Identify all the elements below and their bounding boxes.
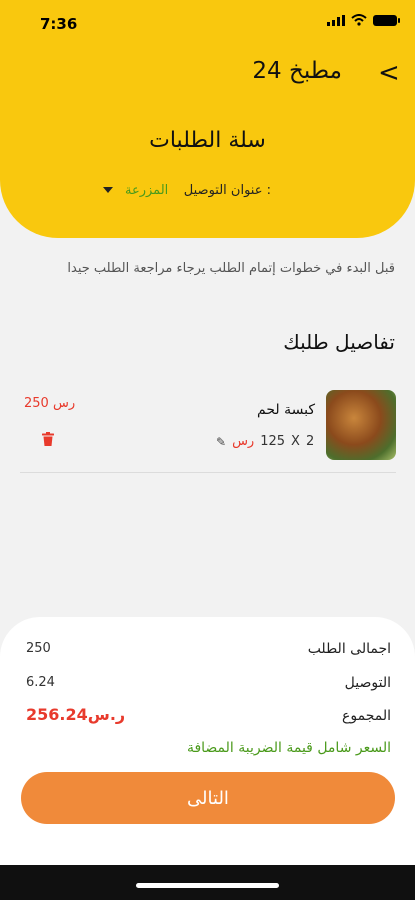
item-unit-price: 125: [260, 434, 286, 449]
order-total-label: اجمالى الطلب: [307, 641, 391, 657]
page-title: سلة الطلبات: [149, 128, 266, 153]
item-currency: رس: [232, 434, 255, 449]
item-line-total: 250 رس: [24, 396, 76, 411]
edit-icon[interactable]: ✎: [216, 435, 226, 449]
item-image: [326, 390, 396, 460]
order-total-value: 250: [26, 641, 51, 656]
grand-total-label: المجموع: [342, 708, 391, 724]
wifi-icon: [351, 14, 367, 26]
delivery-value: 6.24: [26, 675, 55, 690]
battery-icon: [373, 14, 400, 26]
chevron-down-icon[interactable]: [103, 187, 113, 193]
vat-note: السعر شامل قيمة الضريبة المضافة: [186, 740, 391, 756]
address-value[interactable]: المزرعة: [125, 183, 168, 198]
signal-icon: [327, 14, 345, 26]
item-quantity: 2: [305, 434, 315, 449]
header: 7:36 < مطبخ 24 سلة الطلبات عنوان التوصيل…: [0, 0, 415, 238]
status-time: 7:36: [40, 15, 78, 33]
next-button[interactable]: التالى: [21, 772, 395, 824]
status-icons: [327, 14, 400, 26]
quantity-row: ✎ رس 125 X 2: [216, 434, 314, 449]
delivery-label: التوصيل: [344, 675, 391, 691]
back-button[interactable]: <: [378, 58, 400, 88]
item-name: كبسة لحم: [257, 402, 315, 418]
summary-panel: اجمالى الطلب 250 التوصيل 6.24 المجموع 25…: [0, 617, 415, 865]
home-indicator[interactable]: [136, 883, 279, 888]
trash-icon[interactable]: [42, 432, 54, 446]
kitchen-name: مطبخ 24: [252, 58, 342, 84]
intro-text: قبل البدء في خطوات إتمام الطلب يرجاء مرا…: [67, 261, 395, 276]
times-sign: X: [291, 434, 300, 449]
grand-total-value: 256.24ر.س: [26, 705, 126, 724]
divider: [20, 472, 396, 473]
section-title: تفاصيل طلبك: [283, 330, 395, 354]
address-label: عنوان التوصيل :: [183, 183, 271, 198]
